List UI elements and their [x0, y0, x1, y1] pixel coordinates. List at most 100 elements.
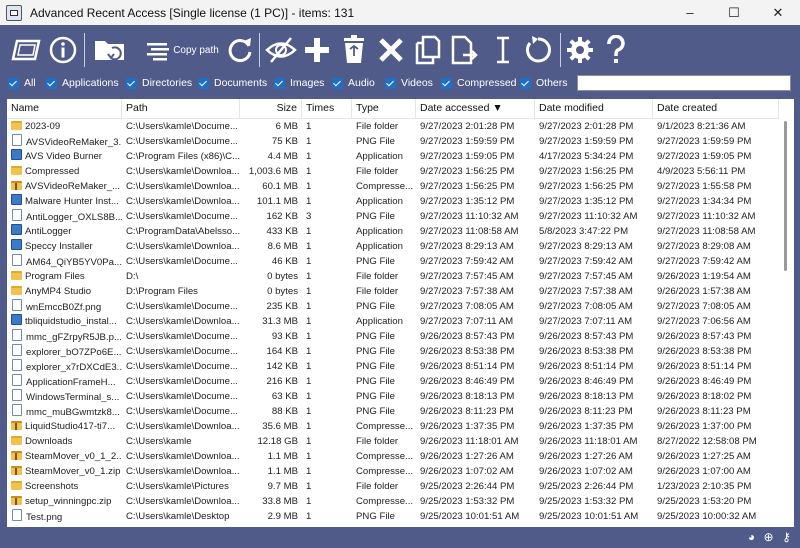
- table-row[interactable]: AntiLogger_OXLS8B... C:\Users\kamle\Docum…: [7, 209, 779, 224]
- file-name: wnEmccB0Zf.png: [26, 302, 102, 313]
- table-row[interactable]: Speccy Installer C:\Users\kamle\Downloa..…: [7, 239, 779, 254]
- table-row[interactable]: AVSVideoReMaker_... C:\Users\kamle\Downlo…: [7, 179, 779, 194]
- column-header-times[interactable]: Times: [302, 99, 352, 118]
- copy-icon[interactable]: [410, 33, 444, 67]
- refresh-icon[interactable]: [222, 33, 258, 67]
- cell-path: C:\Users\kamle\Desktop: [126, 511, 230, 522]
- column-header-type[interactable]: Type: [352, 99, 416, 118]
- globe-icon[interactable]: ⊕: [762, 531, 775, 544]
- maximize-button[interactable]: ☐: [712, 0, 756, 25]
- scrollbar-thumb[interactable]: [784, 121, 787, 271]
- copy-path-button[interactable]: Copy path: [144, 33, 220, 67]
- move-icon[interactable]: [446, 33, 482, 67]
- info-icon[interactable]: [46, 33, 80, 67]
- table-row[interactable]: wnEmccB0Zf.png C:\Users\kamle\Docume... 23…: [7, 299, 779, 314]
- vertical-scrollbar[interactable]: [779, 99, 794, 527]
- cell-path: C:\Users\kamle\Docume...: [126, 346, 238, 357]
- filter-label: Others: [536, 77, 568, 89]
- table-row[interactable]: explorer_bO7ZPo6E... C:\Users\kamle\Docum…: [7, 344, 779, 359]
- folder-open-icon[interactable]: [90, 33, 130, 67]
- filter-videos[interactable]: Videos: [385, 77, 433, 89]
- help-icon[interactable]: [600, 33, 632, 67]
- table-row[interactable]: AVSVideoReMaker_3... C:\Users\kamle\Docum…: [7, 134, 779, 149]
- file-name: tbliquidstudio_instal...: [25, 316, 117, 327]
- cell-date-accessed: 9/27/2023 1:56:25 PM: [420, 166, 515, 177]
- table-row[interactable]: Compressed C:\Users\kamle\Downloa... 1,003…: [7, 164, 779, 179]
- table-row[interactable]: AM64_QiYB5YV0Pa... C:\Users\kamle\Docume.…: [7, 254, 779, 269]
- image-file-icon: [12, 389, 22, 401]
- recycle-bin-icon[interactable]: [338, 33, 370, 67]
- filter-images[interactable]: Images: [274, 77, 324, 89]
- text-cursor-icon[interactable]: [488, 33, 518, 67]
- cell-path: C:\Users\kamle\Downloa...: [126, 196, 240, 207]
- table-row[interactable]: 2023-09 C:\Users\kamle\Docume... 6 MB 1 File…: [7, 119, 779, 134]
- cell-date-modified: 9/27/2023 1:56:25 PM: [539, 181, 634, 192]
- file-name: explorer_x7rDXCdE3...: [26, 362, 122, 373]
- column-header-date-modified[interactable]: Date modified: [535, 99, 653, 118]
- close-button[interactable]: ✕: [756, 0, 800, 25]
- table-row[interactable]: Test.png C:\Users\kamle\Desktop 2.9 MB 1 PNG…: [7, 509, 779, 524]
- table-row[interactable]: explorer_x7rDXCdE3... C:\Users\kamle\Docu…: [7, 359, 779, 374]
- table-row[interactable]: SteamMover_v0_1.zip C:\Users\kamle\Downlo…: [7, 464, 779, 479]
- remove-icon[interactable]: [374, 33, 408, 67]
- table-row[interactable]: Program Files D:\ 0 bytes 1 File folder 9/27/…: [7, 269, 779, 284]
- cell-date-created: 9/26/2023 8:57:43 PM: [657, 331, 752, 342]
- file-name: AntiLogger: [25, 226, 72, 237]
- filter-directories[interactable]: Directories: [126, 77, 192, 89]
- table-row[interactable]: Malware Hunter Inst... C:\Users\kamle\Dow…: [7, 194, 779, 209]
- folder-icon: [11, 121, 22, 130]
- cell-date-created: 9/27/2023 1:34:34 PM: [657, 196, 752, 207]
- filter-compressed[interactable]: Compressed: [441, 77, 517, 89]
- table-row[interactable]: Screenshots C:\Users\kamle\Pictures 9.7 MB…: [7, 479, 779, 494]
- cell-size: 75 KB: [271, 136, 298, 147]
- cell-name: AM64_QiYB5YV0Pa...: [7, 254, 122, 269]
- cell-path: C:\Users\kamle\Downloa...: [126, 451, 240, 462]
- cell-times: 1: [306, 481, 312, 492]
- column-header-path[interactable]: Path: [122, 99, 240, 118]
- filter-all[interactable]: All: [8, 77, 36, 89]
- table-row[interactable]: ApplicationFrameH... C:\Users\kamle\Docum…: [7, 374, 779, 389]
- filter-label: Images: [290, 77, 325, 89]
- reload-icon[interactable]: [520, 33, 556, 67]
- filter-others[interactable]: Others: [520, 77, 568, 89]
- cell-type: PNG File: [356, 256, 395, 267]
- table-row[interactable]: tbliquidstudio_instal... C:\Users\kamle\D…: [7, 314, 779, 329]
- key-icon[interactable]: ⚷: [780, 531, 793, 544]
- table-row[interactable]: SteamMover_v0_1_2... C:\Users\kamle\Downl…: [7, 449, 779, 464]
- cell-type: File folder: [356, 166, 399, 177]
- cell-date-created: 9/26/2023 8:11:23 PM: [657, 406, 751, 417]
- search-input[interactable]: [577, 75, 791, 91]
- add-icon[interactable]: [300, 33, 334, 67]
- settings-icon[interactable]: [564, 33, 596, 67]
- cell-date-modified: 9/26/2023 1:07:02 AM: [539, 466, 633, 477]
- hide-icon[interactable]: [262, 33, 300, 67]
- palette-icon[interactable]: ◕: [745, 531, 758, 544]
- table-row[interactable]: mmc_gFZrpyR5JB.p... C:\Users\kamle\Docume…: [7, 329, 779, 344]
- cell-name: SteamMover_v0_1_2...: [7, 449, 122, 464]
- table-row[interactable]: setup_winningpc.zip C:\Users\kamle\Downlo…: [7, 494, 779, 509]
- column-header-date-accessed[interactable]: Date accessed ▼: [416, 99, 535, 118]
- column-header-size[interactable]: Size: [240, 99, 302, 118]
- file-name: Malware Hunter Inst...: [25, 196, 119, 207]
- cell-type: PNG File: [356, 211, 395, 222]
- table-row[interactable]: Downloads C:\Users\kamle 12.18 GB 1 File fol…: [7, 434, 779, 449]
- cell-path: C:\Users\kamle\Downloa...: [126, 181, 240, 192]
- table-row[interactable]: AntiLogger C:\ProgramData\Abelsso... 433 K…: [7, 224, 779, 239]
- table-row[interactable]: WindowsTerminal_s... C:\Users\kamle\Docum…: [7, 389, 779, 404]
- table-row[interactable]: LiquidStudio417-ti7... C:\Users\kamle\Dow…: [7, 419, 779, 434]
- minimize-button[interactable]: –: [668, 0, 712, 25]
- table-row[interactable]: AVS Video Burner C:\Program Files (x86)\C…: [7, 149, 779, 164]
- column-header-name[interactable]: Name: [7, 99, 122, 118]
- window-icon[interactable]: [8, 33, 44, 67]
- column-header-date-created[interactable]: Date created: [653, 99, 779, 118]
- checkbox-icon: [274, 77, 285, 89]
- filter-applications[interactable]: Applications: [46, 77, 119, 89]
- table-row[interactable]: mmc_muBGwmtzk8... C:\Users\kamle\Docume..…: [7, 404, 779, 419]
- cell-date-created: 9/26/2023 8:46:49 PM: [657, 376, 752, 387]
- filter-audio[interactable]: Audio: [332, 77, 375, 89]
- cell-date-created: 9/26/2023 8:53:38 PM: [657, 346, 752, 357]
- cell-date-modified: 9/26/2023 8:51:14 PM: [539, 361, 634, 372]
- application-icon: [11, 314, 22, 325]
- table-row[interactable]: AnyMP4 Studio D:\Program Files 0 bytes 1 Fil…: [7, 284, 779, 299]
- filter-documents[interactable]: Documents: [198, 77, 267, 89]
